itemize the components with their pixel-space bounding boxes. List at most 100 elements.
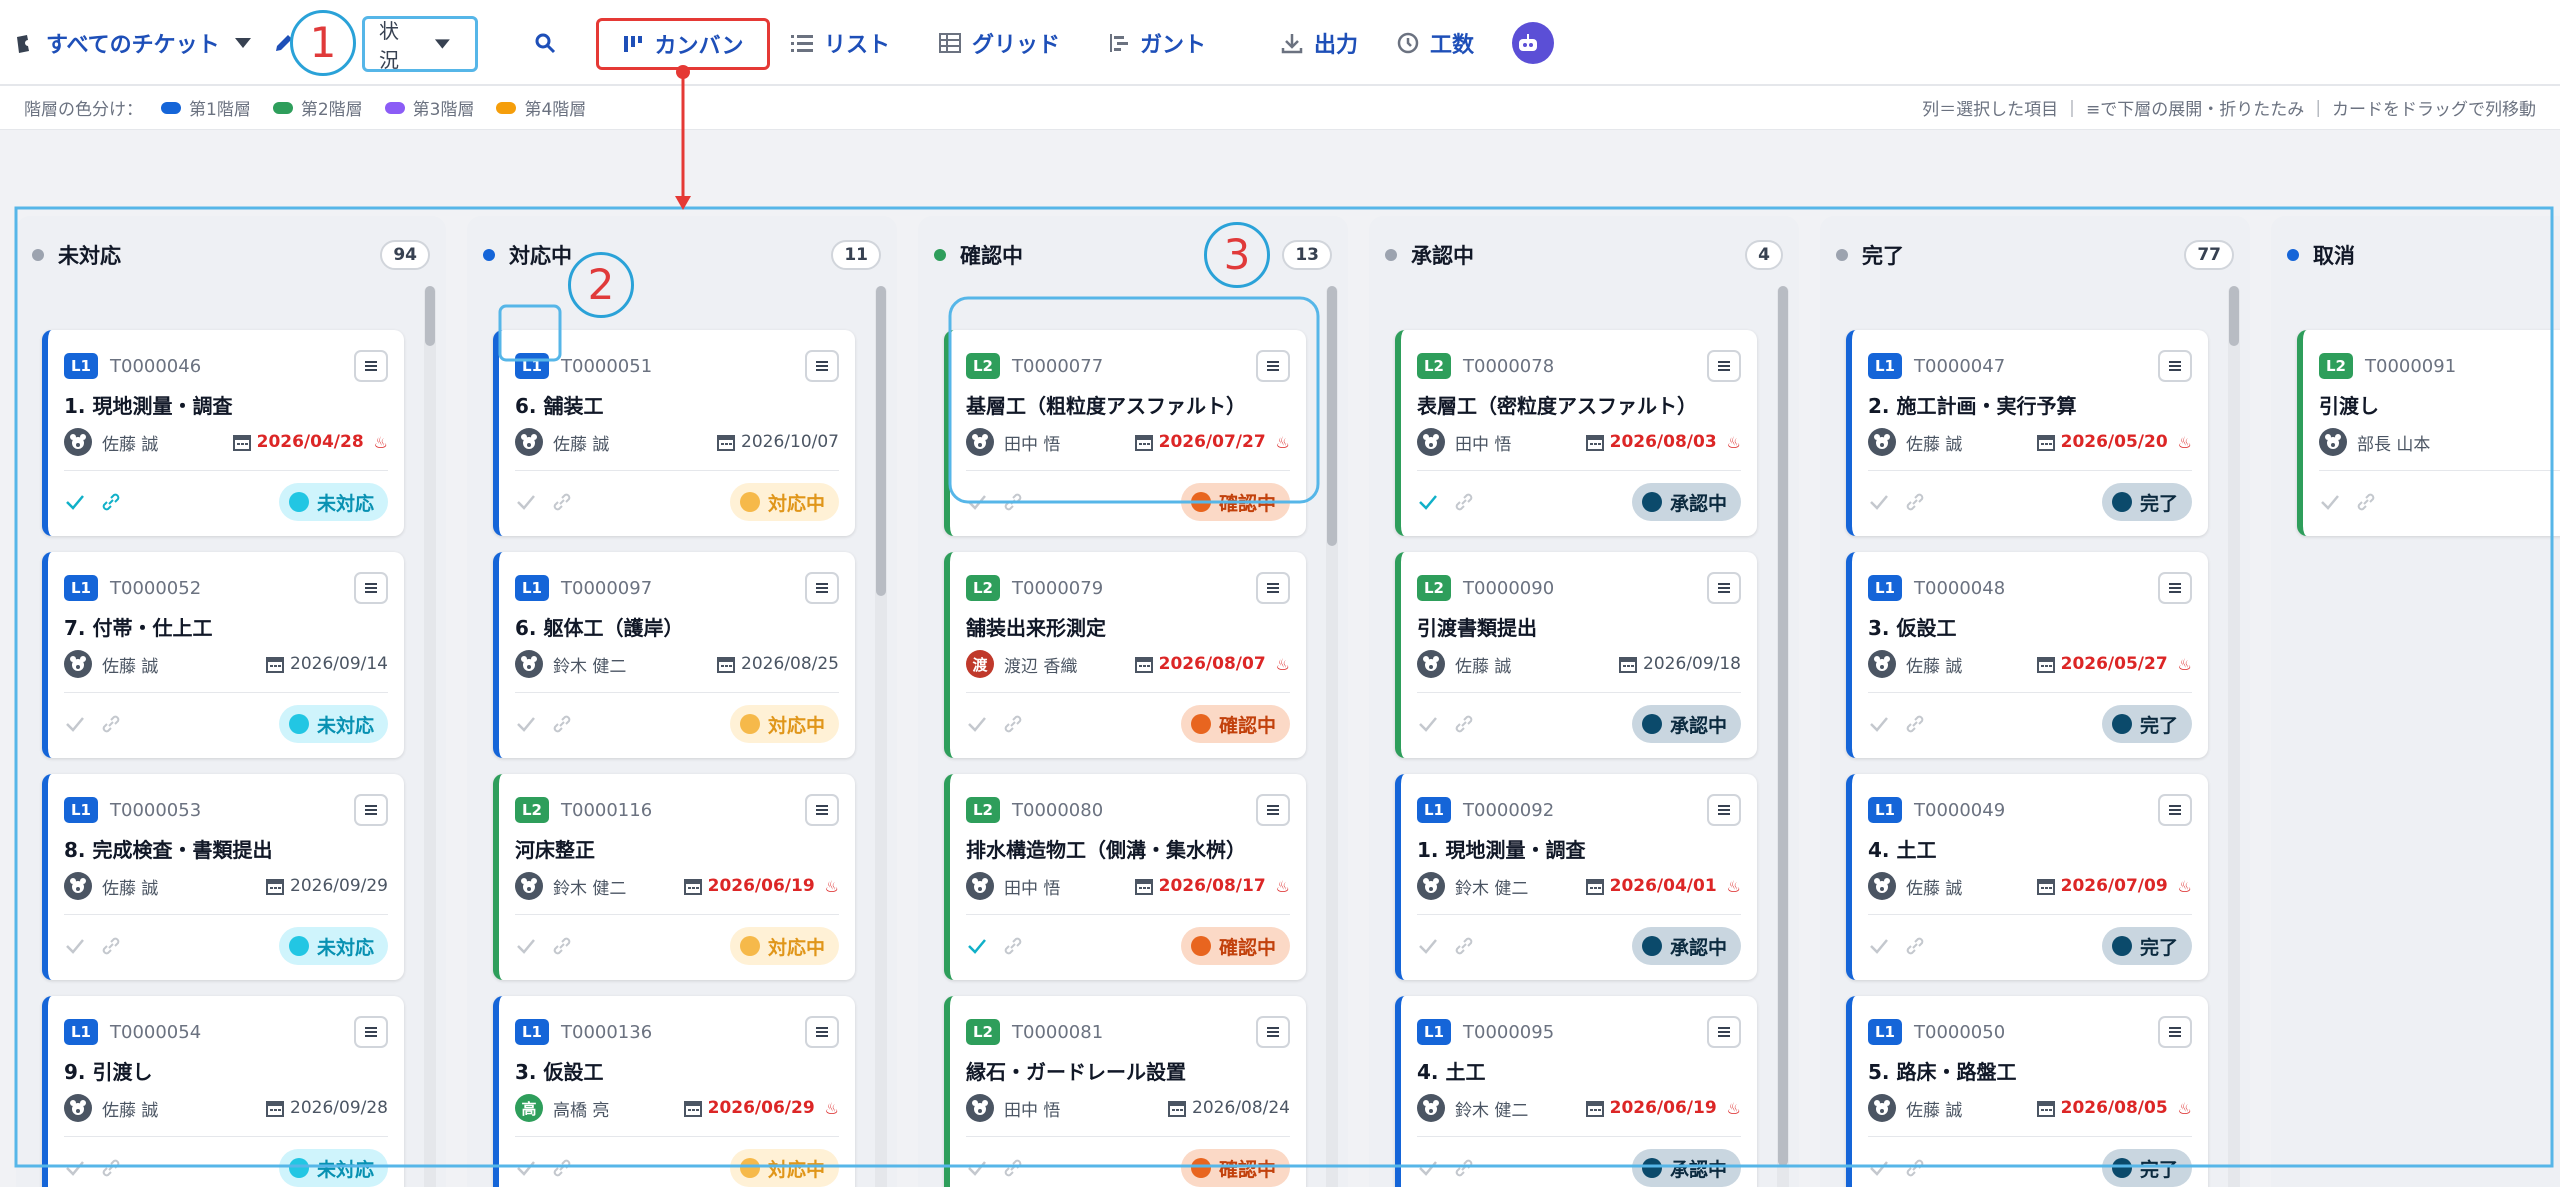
ticket-card[interactable]: L2 T0000090 引渡書類提出 佐藤 誠 2026/09/18 承認中 bbox=[1395, 552, 1757, 758]
status-badge[interactable]: 完了 bbox=[2101, 1149, 2192, 1187]
status-badge[interactable]: 完了 bbox=[2101, 927, 2192, 965]
tab-list[interactable]: リスト bbox=[790, 0, 890, 86]
status-badge[interactable]: 承認中 bbox=[1631, 705, 1741, 743]
check-icon[interactable] bbox=[64, 491, 86, 513]
status-badge[interactable]: 未対応 bbox=[278, 1149, 388, 1187]
tab-grid[interactable]: グリッド bbox=[938, 0, 1060, 86]
link-icon[interactable] bbox=[2355, 491, 2377, 513]
ticket-card[interactable]: L1 T0000136 3. 仮設工高高橋 亮 2026/06/29 ♨ 対応中 bbox=[493, 996, 855, 1187]
status-badge[interactable]: 確認中 bbox=[1180, 1149, 1290, 1187]
status-badge[interactable]: 対応中 bbox=[729, 705, 839, 743]
expand-menu-button[interactable] bbox=[2158, 572, 2192, 604]
check-icon[interactable] bbox=[1417, 713, 1439, 735]
check-icon[interactable] bbox=[1868, 713, 1890, 735]
status-badge[interactable]: 対応中 bbox=[729, 1149, 839, 1187]
expand-menu-button[interactable] bbox=[1707, 350, 1741, 382]
ticket-card[interactable]: L2 T0000078 表層工（密粒度アスファルト） 田中 悟 2026/08/03 ♨ 承… bbox=[1395, 330, 1757, 536]
check-icon[interactable] bbox=[515, 491, 537, 513]
expand-menu-button[interactable] bbox=[805, 794, 839, 826]
check-icon[interactable] bbox=[515, 935, 537, 957]
expand-menu-button[interactable] bbox=[354, 1016, 388, 1048]
column-scrollbar[interactable] bbox=[424, 286, 436, 1187]
link-icon[interactable] bbox=[1453, 491, 1475, 513]
status-badge[interactable]: 完了 bbox=[2101, 705, 2192, 743]
status-select[interactable]: 状況 bbox=[362, 16, 478, 72]
ticket-card[interactable]: L1 T0000092 1. 現地測量・調査 鈴木 健二 2026/04/01 ♨ 承認中 bbox=[1395, 774, 1757, 980]
check-icon[interactable] bbox=[1868, 491, 1890, 513]
status-badge[interactable]: 確認中 bbox=[1180, 705, 1290, 743]
ticket-card[interactable]: L1 T0000095 4. 土工 鈴木 健二 2026/06/19 ♨ 承認中 bbox=[1395, 996, 1757, 1187]
check-icon[interactable] bbox=[64, 713, 86, 735]
column-scrollbar[interactable] bbox=[1326, 286, 1338, 1187]
expand-menu-button[interactable] bbox=[354, 350, 388, 382]
expand-menu-button[interactable] bbox=[1256, 1016, 1290, 1048]
status-badge[interactable]: 未対応 bbox=[278, 927, 388, 965]
check-icon[interactable] bbox=[1868, 1157, 1890, 1179]
expand-menu-button[interactable] bbox=[805, 1016, 839, 1048]
expand-menu-button[interactable] bbox=[354, 572, 388, 604]
ticket-card[interactable]: L1 T0000052 7. 付帯・仕上工 佐藤 誠 2026/09/14 未対応 bbox=[42, 552, 404, 758]
ticket-card[interactable]: L2 T0000077 基層工（粗粒度アスファルト） 田中 悟 2026/07/27 ♨ 確… bbox=[944, 330, 1306, 536]
ticket-card[interactable]: L2 T0000081 縁石・ガードレール設置 田中 悟 2026/08/24 確認中 bbox=[944, 996, 1306, 1187]
expand-menu-button[interactable] bbox=[354, 794, 388, 826]
status-badge[interactable]: 未対応 bbox=[278, 483, 388, 521]
link-icon[interactable] bbox=[1002, 1157, 1024, 1179]
link-icon[interactable] bbox=[1002, 713, 1024, 735]
link-icon[interactable] bbox=[100, 491, 122, 513]
link-icon[interactable] bbox=[1453, 1157, 1475, 1179]
expand-menu-button[interactable] bbox=[1707, 794, 1741, 826]
link-icon[interactable] bbox=[1002, 935, 1024, 957]
expand-menu-button[interactable] bbox=[805, 350, 839, 382]
link-icon[interactable] bbox=[1904, 935, 1926, 957]
expand-menu-button[interactable] bbox=[1707, 572, 1741, 604]
tab-gantt[interactable]: ガント bbox=[1108, 0, 1206, 86]
check-icon[interactable] bbox=[515, 713, 537, 735]
expand-menu-button[interactable] bbox=[1256, 794, 1290, 826]
expand-menu-button[interactable] bbox=[1256, 350, 1290, 382]
check-icon[interactable] bbox=[966, 713, 988, 735]
column-scrollbar[interactable] bbox=[875, 286, 887, 1187]
link-icon[interactable] bbox=[551, 1157, 573, 1179]
ticket-card[interactable]: L1 T0000097 6. 躯体工（護岸） 鈴木 健二 2026/08/25 対応中 bbox=[493, 552, 855, 758]
status-badge[interactable]: 対応中 bbox=[729, 927, 839, 965]
check-icon[interactable] bbox=[966, 491, 988, 513]
link-icon[interactable] bbox=[100, 1157, 122, 1179]
link-icon[interactable] bbox=[1904, 1157, 1926, 1179]
ticket-card[interactable]: L2 T0000080 排水構造物工（側溝・集水桝） 田中 悟 2026/08/17 ♨ 確… bbox=[944, 774, 1306, 980]
status-badge[interactable]: 対応中 bbox=[729, 483, 839, 521]
link-icon[interactable] bbox=[1453, 935, 1475, 957]
check-icon[interactable] bbox=[1868, 935, 1890, 957]
status-badge[interactable]: 確認中 bbox=[1180, 483, 1290, 521]
scrollbar-thumb[interactable] bbox=[425, 286, 435, 346]
status-badge[interactable]: 完了 bbox=[2101, 483, 2192, 521]
expand-menu-button[interactable] bbox=[1256, 572, 1290, 604]
link-icon[interactable] bbox=[551, 713, 573, 735]
check-icon[interactable] bbox=[515, 1157, 537, 1179]
expand-menu-button[interactable] bbox=[2158, 794, 2192, 826]
expand-menu-button[interactable] bbox=[805, 572, 839, 604]
ticket-card[interactable]: L2 T0000116 河床整正 鈴木 健二 2026/06/19 ♨ 対応中 bbox=[493, 774, 855, 980]
check-icon[interactable] bbox=[1417, 491, 1439, 513]
ticket-filter-dropdown[interactable]: すべてのチケット bbox=[14, 0, 262, 86]
check-icon[interactable] bbox=[966, 935, 988, 957]
scrollbar-thumb[interactable] bbox=[1327, 286, 1337, 546]
status-badge[interactable]: 確認中 bbox=[1180, 927, 1290, 965]
ticket-card[interactable]: L1 T0000048 3. 仮設工 佐藤 誠 2026/05/27 ♨ 完了 bbox=[1846, 552, 2208, 758]
link-icon[interactable] bbox=[1904, 491, 1926, 513]
export-button[interactable]: 出力 bbox=[1280, 0, 1358, 86]
check-icon[interactable] bbox=[966, 1157, 988, 1179]
tab-kanban[interactable]: カンバン bbox=[596, 18, 770, 70]
ticket-card[interactable]: L1 T0000049 4. 土工 佐藤 誠 2026/07/09 ♨ 完了 bbox=[1846, 774, 2208, 980]
link-icon[interactable] bbox=[551, 491, 573, 513]
ticket-card[interactable]: L2 T0000079 舗装出来形測定渡渡辺 香織 2026/08/07 ♨ 確認中 bbox=[944, 552, 1306, 758]
status-badge[interactable]: 承認中 bbox=[1631, 927, 1741, 965]
check-icon[interactable] bbox=[64, 935, 86, 957]
link-icon[interactable] bbox=[551, 935, 573, 957]
search-button[interactable] bbox=[534, 0, 566, 86]
status-badge[interactable]: 承認中 bbox=[1631, 483, 1741, 521]
link-icon[interactable] bbox=[1904, 713, 1926, 735]
ticket-card[interactable]: L1 T0000046 1. 現地測量・調査 佐藤 誠 2026/04/28 ♨ 未対応 bbox=[42, 330, 404, 536]
check-icon[interactable] bbox=[2319, 491, 2341, 513]
ticket-card[interactable]: L1 T0000053 8. 完成検査・書類提出 佐藤 誠 2026/09/29 未対応 bbox=[42, 774, 404, 980]
scrollbar-thumb[interactable] bbox=[876, 286, 886, 596]
